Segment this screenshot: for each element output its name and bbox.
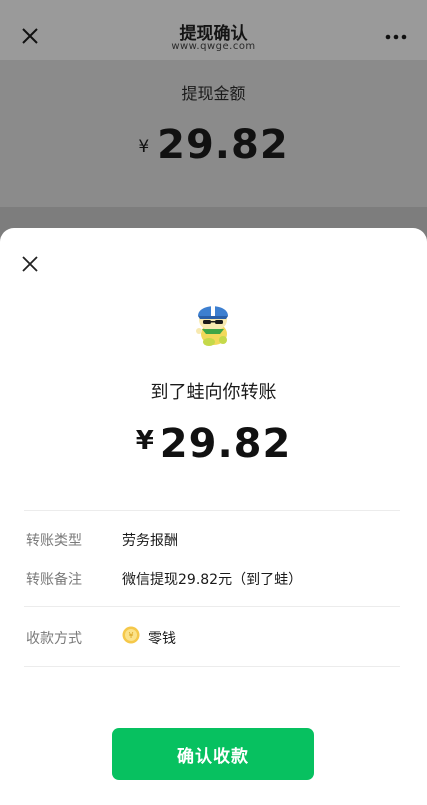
divider	[24, 510, 400, 511]
withdraw-amount-value: 29.82	[157, 122, 289, 168]
transfer-amount: ¥29.82	[0, 421, 427, 467]
withdraw-amount: ¥29.82	[0, 122, 427, 168]
close-icon[interactable]	[20, 254, 40, 274]
detail-label: 转账类型	[26, 533, 82, 549]
detail-value: 劳务报酬	[122, 533, 178, 549]
divider	[24, 666, 400, 667]
coin-icon: ¥	[122, 626, 140, 644]
confirm-receive-button[interactable]: 确认收款	[112, 728, 314, 780]
more-icon[interactable]	[385, 34, 407, 40]
transfer-sheet: 到了蛙向你转账 ¥29.82 转账类型 劳务报酬 转账备注 微信提现29.82元…	[0, 228, 427, 805]
detail-label: 收款方式	[26, 631, 82, 647]
transfer-amount-value: 29.82	[159, 421, 292, 467]
frog-avatar-icon	[196, 304, 228, 346]
currency-symbol: ¥	[138, 137, 150, 157]
detail-row-remark: 转账备注 微信提现29.82元（到了蛙）	[26, 569, 406, 589]
detail-value: 零钱	[148, 631, 176, 647]
svg-text:¥: ¥	[128, 631, 133, 640]
detail-row-method[interactable]: 收款方式 ¥ 零钱	[26, 626, 406, 648]
detail-row-type: 转账类型 劳务报酬	[26, 530, 406, 550]
currency-symbol: ¥	[135, 426, 154, 456]
withdraw-amount-label: 提现金额	[181, 84, 246, 103]
divider	[24, 606, 400, 607]
detail-label: 转账备注	[26, 572, 82, 588]
page-url: www.qwge.com	[171, 41, 256, 52]
payer-text: 到了蛙向你转账	[150, 382, 277, 403]
detail-value: 微信提现29.82元（到了蛙）	[122, 572, 303, 588]
